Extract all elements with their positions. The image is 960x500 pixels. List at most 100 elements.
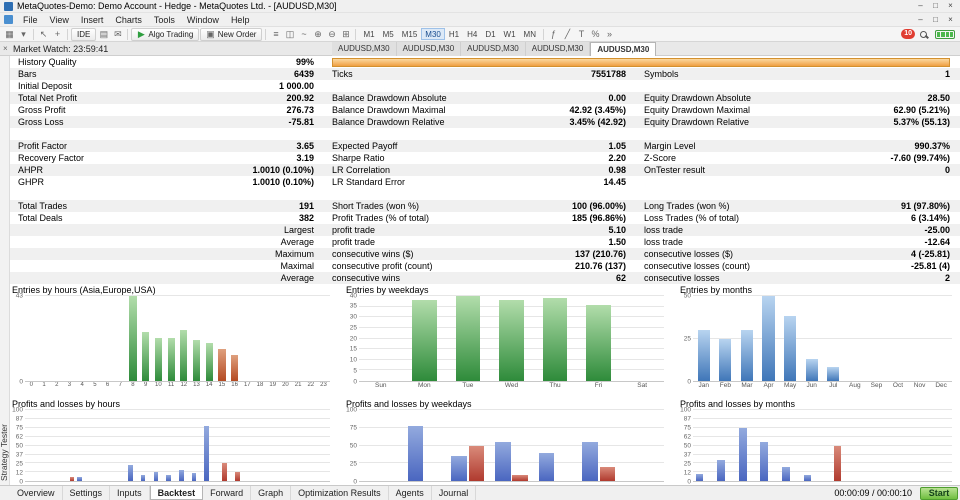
row-label: consecutive wins [332, 272, 400, 284]
menu-item-insert[interactable]: Insert [75, 15, 110, 25]
menu-item-help[interactable]: Help [225, 15, 256, 25]
test-timer: 00:00:09 / 00:00:10 [834, 488, 912, 498]
mail-icon[interactable]: ✉ [111, 28, 124, 41]
chart-tab[interactable]: AUDUSD,M30 [526, 42, 591, 56]
zoom-out-icon[interactable]: ⊖ [325, 28, 338, 41]
gridline [693, 295, 952, 296]
tester-tab-journal[interactable]: Journal [432, 486, 477, 500]
tester-tab-agents[interactable]: Agents [389, 486, 432, 500]
chart-tab[interactable]: AUDUSD,M30 [332, 42, 397, 56]
tester-tab-overview[interactable]: Overview [10, 486, 63, 500]
minimize-icon[interactable]: – [913, 1, 928, 12]
row-value: 276.73 [286, 104, 314, 116]
row-value: 3.65 [296, 140, 314, 152]
chart-tab[interactable]: AUDUSD,M30 [397, 42, 462, 56]
chart-x-axis: JanFebMarAprMayJunJulAugSepOctNovDec [693, 382, 952, 391]
tester-tab-inputs[interactable]: Inputs [110, 486, 150, 500]
bar-chart-mode-icon[interactable]: ≡ [269, 28, 282, 41]
algo-trading-label: Algo Trading [148, 30, 193, 39]
row-value: 1 000.00 [279, 80, 314, 92]
chart-plot-area [693, 410, 952, 482]
chart-tab[interactable]: AUDUSD,M30 [590, 42, 656, 56]
x-tick-label: Mon [403, 382, 447, 391]
child-restore-icon[interactable]: □ [928, 15, 943, 25]
algo-trading-button[interactable]: ▶ Algo Trading [131, 28, 199, 41]
bar [142, 332, 149, 381]
trendline-tool-icon[interactable]: ╱ [561, 28, 574, 41]
bar [192, 473, 197, 481]
tester-tab-graph[interactable]: Graph [251, 486, 291, 500]
market-watch-close-icon[interactable]: × [3, 44, 8, 54]
bar [218, 349, 225, 381]
y-tick-label: 75 [684, 425, 691, 432]
chart-plot-area [359, 296, 664, 382]
timeframe-d1[interactable]: D1 [481, 28, 499, 40]
row-value: Maximal [280, 260, 314, 272]
tester-tab-forward[interactable]: Forward [203, 486, 251, 500]
x-tick-label: 8 [127, 382, 140, 391]
row-value: 28.50 [927, 92, 950, 104]
notifications-badge[interactable]: 10 [901, 29, 915, 39]
x-tick-label: Dec [930, 382, 952, 391]
chart-0: Entries by hours (Asia,Europe,USA)043012… [10, 285, 330, 397]
x-tick-label: 6 [101, 382, 114, 391]
x-tick-label: 7 [114, 382, 127, 391]
line-chart-mode-icon[interactable]: ~ [297, 28, 310, 41]
x-tick-label: Sun [359, 382, 403, 391]
zoom-in-icon[interactable]: ⊕ [311, 28, 324, 41]
crosshair-icon[interactable]: + [51, 28, 64, 41]
chart-y-axis: 0510152025303540 [344, 296, 359, 382]
new-chart-dropdown-icon[interactable]: ▾ [17, 28, 30, 41]
timeframe-w1[interactable]: W1 [500, 28, 520, 40]
timeframe-m5[interactable]: M5 [379, 28, 398, 40]
new-order-button[interactable]: ▣ New Order [200, 28, 262, 41]
timeframe-h4[interactable]: H4 [463, 28, 481, 40]
x-tick-label: 19 [266, 382, 279, 391]
row-value: Maximum [275, 248, 314, 260]
timeframe-h1[interactable]: H1 [445, 28, 463, 40]
new-order-label: New Order [218, 30, 257, 39]
row-label: loss trade [644, 224, 683, 236]
child-close-icon[interactable]: × [943, 15, 958, 25]
bar [543, 298, 567, 381]
row-label: AHPR [18, 164, 43, 176]
maximize-icon[interactable]: □ [928, 1, 943, 12]
start-button[interactable]: Start [920, 487, 958, 500]
table-row [10, 128, 960, 140]
x-tick-label: 23 [317, 382, 330, 391]
timeframe-m30[interactable]: M30 [421, 28, 445, 40]
percent-tool-icon[interactable]: % [589, 28, 602, 41]
new-chart-icon[interactable]: ▦ [3, 28, 16, 41]
candlestick-mode-icon[interactable]: ◫ [283, 28, 296, 41]
table-row: Largestprofit trade5.10loss trade-25.00 [10, 224, 960, 236]
menu-item-view[interactable]: View [44, 15, 75, 25]
menu-item-tools[interactable]: Tools [148, 15, 181, 25]
timeframe-mn[interactable]: MN [520, 28, 540, 40]
text-tool-icon[interactable]: T [575, 28, 588, 41]
tester-tab-settings[interactable]: Settings [63, 486, 111, 500]
docs-icon[interactable]: ▤ [97, 28, 110, 41]
toolbar: ▦ ▾ ↖ + IDE ▤ ✉ ▶ Algo Trading ▣ New Ord… [0, 27, 960, 42]
menu-item-file[interactable]: File [17, 15, 44, 25]
child-minimize-icon[interactable]: – [913, 15, 928, 25]
ide-button[interactable]: IDE [71, 28, 96, 41]
close-icon[interactable]: × [943, 1, 958, 12]
row-value: Average [281, 236, 314, 248]
row-value: 6 (3.14%) [911, 212, 950, 224]
tester-tab-backtest[interactable]: Backtest [150, 486, 204, 500]
tester-tab-optimization-results[interactable]: Optimization Results [291, 486, 389, 500]
cursor-icon[interactable]: ↖ [37, 28, 50, 41]
search-icon[interactable] [920, 31, 927, 38]
bar [760, 442, 768, 481]
x-tick-label: May [779, 382, 801, 391]
chart-tab[interactable]: AUDUSD,M30 [461, 42, 526, 56]
timeframe-m15[interactable]: M15 [398, 28, 422, 40]
tile-windows-icon[interactable]: ⊞ [339, 28, 352, 41]
row-value: 4 (-25.81) [911, 248, 950, 260]
timeframe-m1[interactable]: M1 [359, 28, 378, 40]
indicators-icon[interactable]: ƒ [547, 28, 560, 41]
more-tools-icon[interactable]: » [603, 28, 616, 41]
menu-item-window[interactable]: Window [181, 15, 225, 25]
strategy-tester-strip[interactable]: Strategy Tester [0, 56, 10, 485]
menu-item-charts[interactable]: Charts [109, 15, 148, 25]
